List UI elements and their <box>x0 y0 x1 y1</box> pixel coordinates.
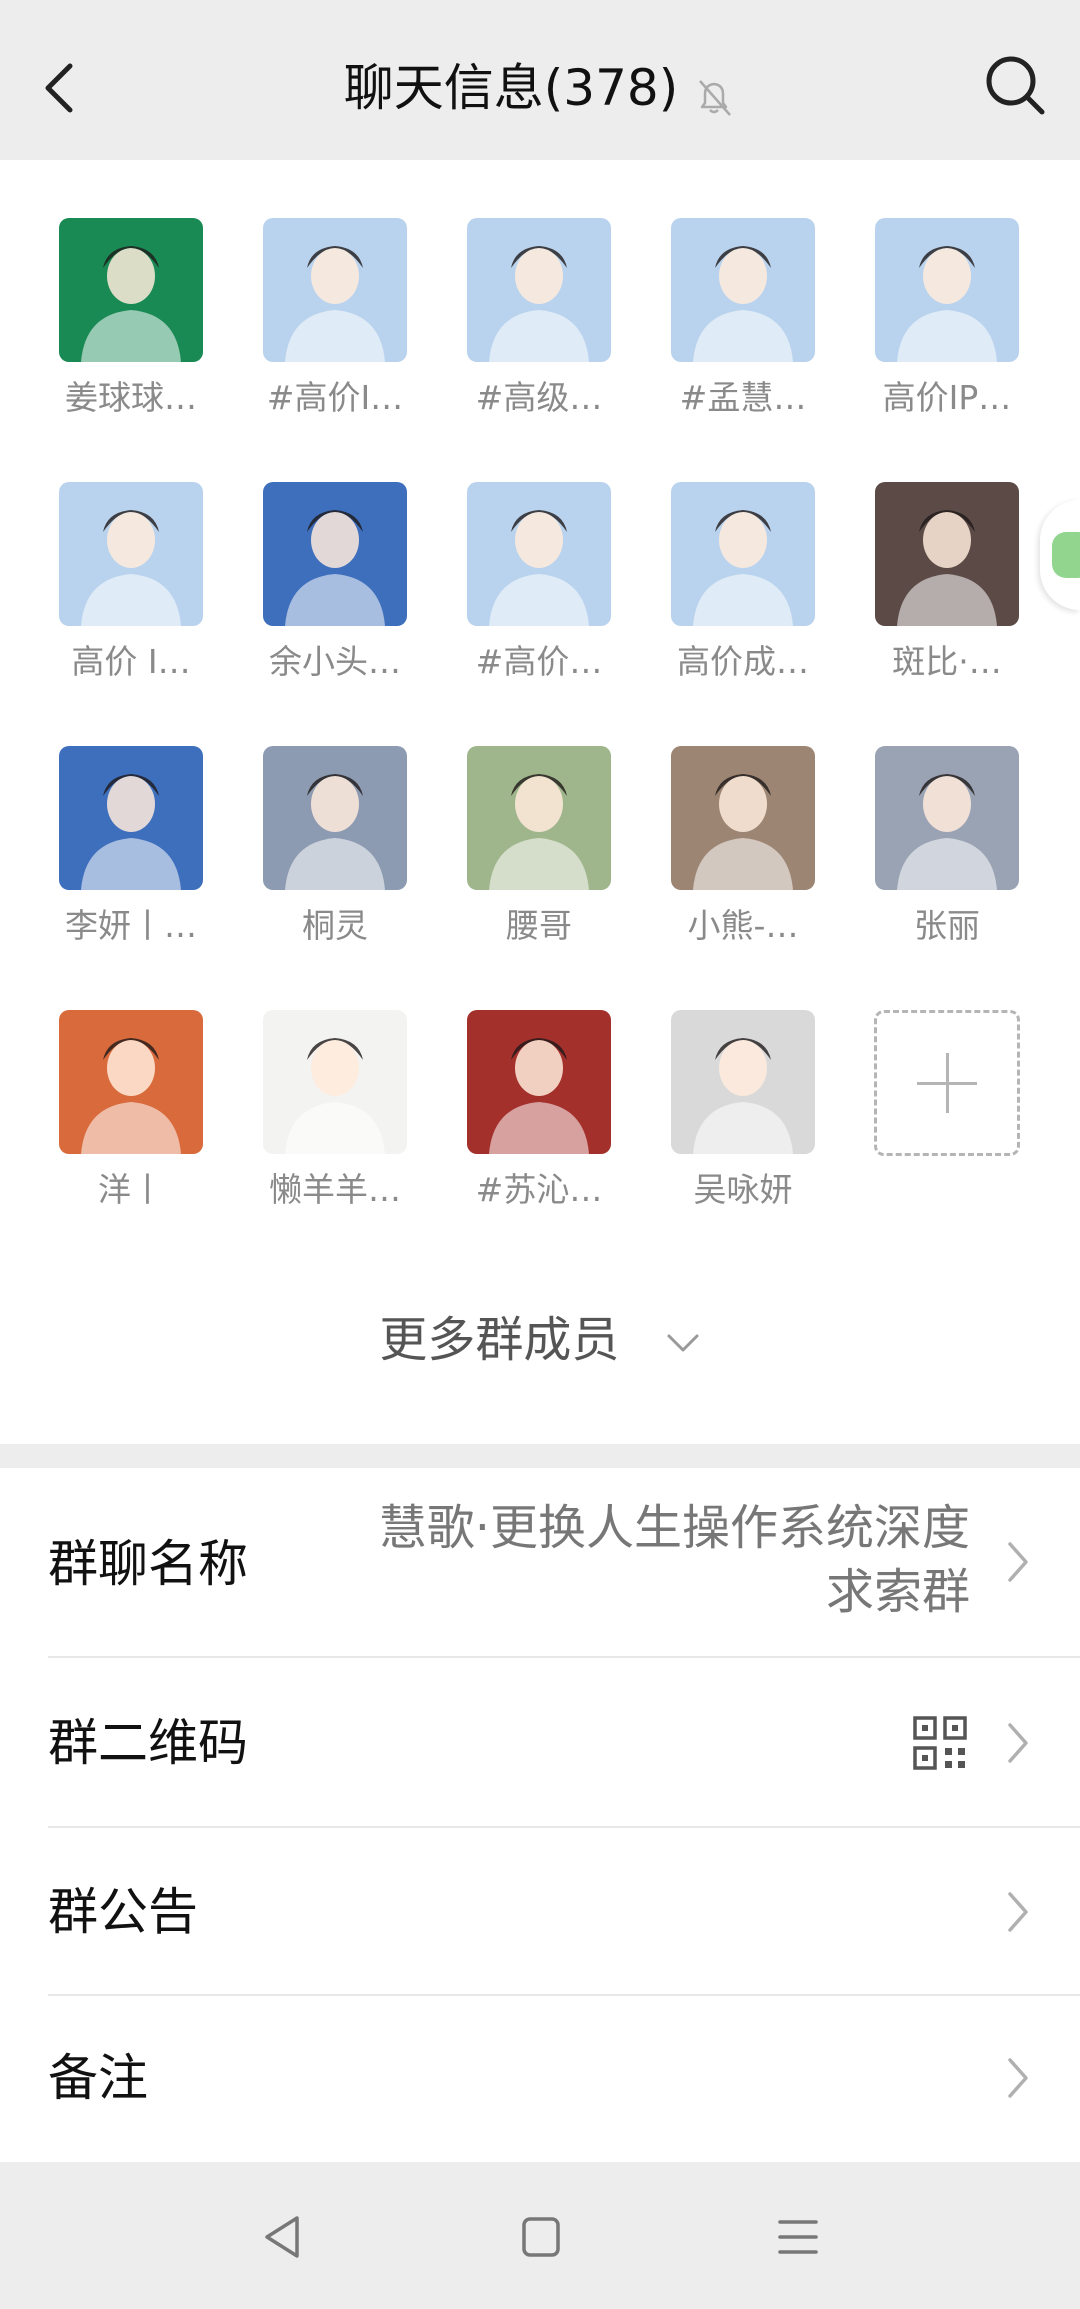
top-bar: 聊天信息(378) <box>0 0 1080 160</box>
avatar <box>467 482 611 626</box>
member-name: 姜球球… <box>65 378 197 417</box>
member-name: #高价… <box>475 642 603 681</box>
group-name-value-line2: 求索群 <box>825 1564 970 1620</box>
member-name: #高价I… <box>266 378 404 417</box>
member-item[interactable]: 吴咏妍 <box>648 1010 838 1212</box>
member-name: 小熊-… <box>687 906 799 945</box>
member-name: #苏沁… <box>475 1170 603 1209</box>
member-item[interactable]: 高价成… <box>648 482 838 684</box>
group-name-value: 慧歌·更换人生操作系统深度 求索群 <box>379 1496 970 1624</box>
members-panel: 姜球球… #高价I… #高级… #孟慧… 高价IP… 高价 I… 余小头… #高价… 高价成… 斑… <box>0 160 1080 1444</box>
member-item[interactable]: 桐灵 <box>240 746 430 948</box>
member-name: 李妍丨… <box>65 906 197 945</box>
settings-list: 群聊名称 慧歌·更换人生操作系统深度 求索群 群二维码 群公告 备注 <box>0 1468 1080 2162</box>
avatar <box>875 482 1019 626</box>
member-item[interactable]: 高价 I… <box>36 482 226 684</box>
avatar <box>671 482 815 626</box>
chevron-right-icon <box>1008 1542 1028 1582</box>
member-item[interactable]: 腰哥 <box>444 746 634 948</box>
member-item[interactable]: #孟慧… <box>648 218 838 420</box>
chevron-down-icon <box>667 1334 699 1352</box>
group-name-label: 群聊名称 <box>48 1535 248 1593</box>
avatar <box>467 746 611 890</box>
avatar <box>467 1010 611 1154</box>
plus-icon <box>874 1010 1020 1156</box>
avatar <box>671 746 815 890</box>
avatar <box>671 218 815 362</box>
page-title: 聊天信息(378) <box>343 59 679 117</box>
nav-back-icon[interactable] <box>253 2210 313 2264</box>
bell-off-icon <box>692 70 736 116</box>
qr-code-label: 群二维码 <box>48 1714 248 1772</box>
member-name: 高价成… <box>677 642 809 681</box>
avatar <box>263 746 407 890</box>
member-item[interactable]: 懒羊羊… <box>240 1010 430 1212</box>
group-name-row[interactable]: 群聊名称 慧歌·更换人生操作系统深度 求索群 <box>0 1468 1080 1658</box>
remark-label: 备注 <box>48 2049 148 2107</box>
avatar <box>59 1010 203 1154</box>
avatar <box>263 218 407 362</box>
avatar <box>263 1010 407 1154</box>
floating-side-tab[interactable] <box>1040 500 1080 610</box>
avatar <box>875 746 1019 890</box>
nav-menu-icon[interactable] <box>768 2210 828 2264</box>
more-members-label: 更多群成员 <box>379 1312 620 1368</box>
member-name: 张丽 <box>914 906 980 945</box>
member-item[interactable]: 高价IP… <box>852 218 1042 420</box>
group-name-value-line1: 慧歌·更换人生操作系统深度 <box>378 1500 970 1556</box>
member-name: 高价 I… <box>71 642 191 681</box>
more-members-button[interactable]: 更多群成员 <box>0 1310 1080 1370</box>
member-name: 吴咏妍 <box>693 1170 793 1209</box>
member-item[interactable]: #高级… <box>444 218 634 420</box>
member-name: 腰哥 <box>506 906 572 945</box>
search-icon <box>986 56 1045 115</box>
avatar <box>263 482 407 626</box>
member-name: 桐灵 <box>302 906 368 945</box>
chevron-right-icon <box>1008 1723 1028 1763</box>
member-name: 高价IP… <box>882 378 1012 417</box>
avatar <box>59 218 203 362</box>
avatar <box>671 1010 815 1154</box>
qr-code-icon <box>913 1716 967 1770</box>
add-member-button[interactable] <box>852 1010 1042 1156</box>
chevron-right-icon <box>1008 2058 1028 2098</box>
member-name: #高级… <box>475 378 603 417</box>
member-item[interactable]: 张丽 <box>852 746 1042 948</box>
announcement-label: 群公告 <box>48 1883 198 1941</box>
member-item[interactable]: 姜球球… <box>36 218 226 420</box>
nav-home-icon[interactable] <box>510 2210 570 2264</box>
member-item[interactable]: #高价… <box>444 482 634 684</box>
member-name: 懒羊羊… <box>269 1170 401 1209</box>
page-title-wrap: 聊天信息(378) <box>0 56 1080 120</box>
system-nav-bar <box>0 2162 1080 2309</box>
avatar <box>467 218 611 362</box>
avatar <box>59 482 203 626</box>
search-button[interactable] <box>980 50 1050 120</box>
member-item[interactable]: 余小头… <box>240 482 430 684</box>
member-item[interactable]: 洋丨 <box>36 1010 226 1212</box>
member-name: 斑比·… <box>892 642 1002 681</box>
member-name: 洋丨 <box>98 1170 164 1209</box>
member-item[interactable]: 小熊-… <box>648 746 838 948</box>
avatar <box>875 218 1019 362</box>
announcement-row[interactable]: 群公告 <box>0 1828 1080 1996</box>
member-name: 余小头… <box>269 642 401 681</box>
member-item[interactable]: 李妍丨… <box>36 746 226 948</box>
member-item[interactable]: 斑比·… <box>852 482 1042 684</box>
chevron-right-icon <box>1008 1892 1028 1932</box>
member-item[interactable]: #高价I… <box>240 218 430 420</box>
member-name: #孟慧… <box>679 378 807 417</box>
remark-row[interactable]: 备注 <box>0 1996 1080 2162</box>
avatar <box>59 746 203 890</box>
chat-bubble-icon <box>1052 532 1080 578</box>
member-item[interactable]: #苏沁… <box>444 1010 634 1212</box>
qr-code-row[interactable]: 群二维码 <box>0 1658 1080 1828</box>
